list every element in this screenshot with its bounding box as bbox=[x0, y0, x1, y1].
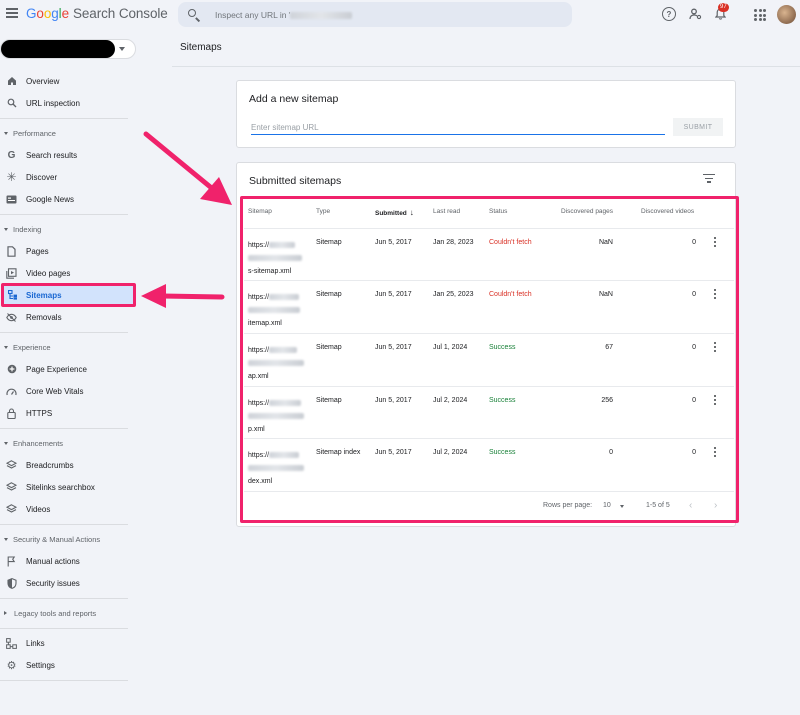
gear-icon: ⚙ bbox=[6, 659, 17, 672]
caret-right-icon bbox=[4, 611, 9, 615]
lock-icon bbox=[6, 407, 17, 419]
main-menu-icon[interactable] bbox=[6, 8, 18, 18]
sitemap-icon bbox=[7, 290, 18, 301]
top-bar: Google Search Console Inspect any URL in … bbox=[0, 0, 800, 30]
sidebar-item-core-web-vitals[interactable]: Core Web Vitals bbox=[0, 381, 136, 401]
annotation-highlight-box bbox=[240, 196, 739, 523]
sitemap-url-input[interactable] bbox=[251, 121, 665, 135]
sidebar-item-links[interactable]: Links bbox=[0, 633, 136, 653]
asterisk-icon: ✳ bbox=[6, 170, 17, 184]
sidebar-item-video-pages[interactable]: Video pages bbox=[0, 263, 136, 283]
caret-down-icon bbox=[4, 131, 8, 135]
sidebar-item-url-inspection[interactable]: URL inspection bbox=[0, 93, 136, 113]
add-sitemap-title: Add a new sitemap bbox=[249, 93, 339, 105]
annotation-arrow-to-table bbox=[143, 131, 232, 205]
sidebar-item-discover[interactable]: ✳ Discover bbox=[0, 167, 136, 187]
caret-down-icon bbox=[4, 441, 8, 445]
section-legacy-tools[interactable]: Legacy tools and reports bbox=[0, 606, 136, 620]
product-name: Search Console bbox=[73, 6, 168, 21]
sidebar-item-page-experience[interactable]: Page Experience bbox=[0, 359, 136, 379]
section-indexing[interactable]: Indexing bbox=[0, 222, 136, 236]
plus-circle-icon bbox=[6, 364, 17, 375]
sidebar-divider bbox=[0, 118, 128, 119]
news-icon bbox=[6, 194, 17, 205]
add-sitemap-card: Add a new sitemap SUBMIT bbox=[236, 80, 736, 148]
sidebar-item-https[interactable]: HTTPS bbox=[0, 403, 136, 423]
submitted-sitemaps-title: Submitted sitemaps bbox=[249, 175, 342, 187]
shield-icon bbox=[6, 577, 17, 589]
annotation-arrow-to-sitemaps bbox=[141, 284, 225, 308]
section-security-manual-actions[interactable]: Security & Manual Actions bbox=[0, 532, 136, 546]
header-divider bbox=[172, 66, 800, 67]
sidebar-item-manual-actions[interactable]: Manual actions bbox=[0, 551, 136, 571]
sidebar-item-search-results[interactable]: G Search results bbox=[0, 145, 136, 165]
redacted-property-name bbox=[1, 40, 115, 58]
sidebar-divider bbox=[0, 332, 128, 333]
layers-icon bbox=[6, 460, 17, 471]
flag-icon bbox=[6, 555, 17, 567]
sidebar-item-google-news[interactable]: Google News bbox=[0, 189, 136, 209]
sidebar-divider bbox=[0, 524, 128, 525]
page-title: Sitemaps bbox=[180, 42, 222, 53]
sidebar-item-videos[interactable]: Videos bbox=[0, 499, 136, 519]
search-icon bbox=[187, 8, 201, 22]
sidebar-item-sitelinks-searchbox[interactable]: Sitelinks searchbox bbox=[0, 477, 136, 497]
submit-button[interactable]: SUBMIT bbox=[673, 118, 723, 136]
sidebar-divider bbox=[0, 680, 128, 681]
sidebar-item-removals[interactable]: Removals bbox=[0, 307, 136, 327]
sidebar-divider bbox=[0, 598, 128, 599]
sidebar-divider bbox=[0, 428, 128, 429]
sidebar-item-settings[interactable]: ⚙ Settings bbox=[0, 655, 136, 675]
gauge-icon bbox=[6, 386, 17, 397]
page-icon bbox=[6, 245, 17, 257]
sidebar-item-overview[interactable]: Overview bbox=[0, 71, 136, 91]
property-selector[interactable] bbox=[0, 39, 136, 59]
links-icon bbox=[6, 637, 17, 649]
notification-badge: 97 bbox=[718, 3, 729, 12]
home-icon bbox=[6, 76, 17, 87]
caret-down-icon bbox=[4, 345, 8, 349]
search-icon bbox=[6, 98, 17, 109]
product-logo[interactable]: Google Search Console bbox=[26, 6, 168, 21]
avatar[interactable] bbox=[777, 5, 796, 24]
section-enhancements[interactable]: Enhancements bbox=[0, 436, 136, 450]
section-performance[interactable]: Performance bbox=[0, 126, 136, 140]
sidebar-item-breadcrumbs[interactable]: Breadcrumbs bbox=[0, 455, 136, 475]
filter-icon[interactable] bbox=[703, 174, 715, 184]
sidebar-divider bbox=[0, 214, 128, 215]
caret-down-icon bbox=[4, 537, 8, 541]
user-settings-icon[interactable] bbox=[688, 7, 702, 21]
section-experience[interactable]: Experience bbox=[0, 340, 136, 354]
layers-icon bbox=[6, 504, 17, 515]
google-apps-icon[interactable] bbox=[754, 9, 766, 21]
sidebar-item-security-issues[interactable]: Security issues bbox=[0, 573, 136, 593]
sidebar-divider bbox=[0, 628, 128, 629]
help-icon[interactable]: ? bbox=[662, 7, 676, 21]
search-placeholder: Inspect any URL in ' bbox=[215, 10, 353, 20]
sidebar-item-sitemaps[interactable]: Sitemaps bbox=[1, 283, 136, 307]
video-page-icon bbox=[6, 267, 17, 279]
google-g-icon: G bbox=[7, 149, 16, 161]
caret-down-icon bbox=[4, 227, 8, 231]
url-inspection-search[interactable]: Inspect any URL in ' bbox=[178, 2, 572, 27]
chevron-down-icon bbox=[119, 47, 125, 51]
layers-icon bbox=[6, 482, 17, 493]
eye-off-icon bbox=[6, 312, 17, 323]
sidebar-item-pages[interactable]: Pages bbox=[0, 241, 136, 261]
